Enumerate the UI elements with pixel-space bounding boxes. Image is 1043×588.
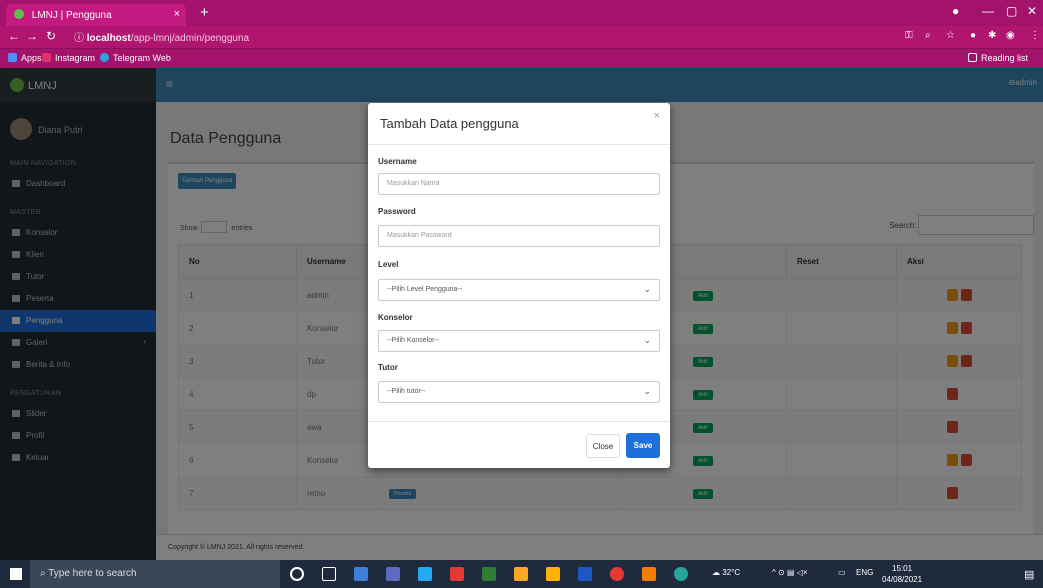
app-icon[interactable]: [546, 567, 560, 581]
cortana-icon[interactable]: [290, 567, 304, 581]
browser-tab[interactable]: LMNJ | Pengguna ×: [6, 4, 186, 26]
url-path: /app-lmnj/admin/pengguna: [130, 33, 250, 44]
window-close-icon[interactable]: ✕: [1027, 4, 1037, 18]
bookmark-telegram[interactable]: Telegram Web: [100, 53, 171, 63]
notifications-icon[interactable]: ▤: [1024, 568, 1034, 581]
chrome-icon[interactable]: [610, 567, 624, 581]
address-bar[interactable]: ⓘ localhost/app-lmnj/admin/pengguna: [74, 29, 249, 44]
site-favicon-icon: [14, 9, 24, 19]
url-host: localhost: [86, 33, 131, 44]
konselor-select[interactable]: --Pilih Konselor-- ⌄: [378, 330, 660, 352]
chevron-down-icon: ⌄: [643, 335, 651, 345]
close-button[interactable]: Close: [586, 434, 620, 458]
username-field[interactable]: Masukkan Nama: [378, 173, 660, 195]
modal-footer-divider: [368, 421, 670, 422]
tab-title: LMNJ | Pengguna: [31, 10, 112, 21]
modal-title: Tambah Data pengguna: [380, 116, 519, 131]
file-explorer-icon[interactable]: [514, 567, 528, 581]
minimize-icon[interactable]: —: [982, 4, 994, 18]
chevron-down-icon: ⌄: [643, 386, 651, 396]
level-label: Level: [378, 260, 399, 269]
extension-icon[interactable]: ●: [970, 30, 976, 41]
password-field[interactable]: Masukkan Password: [378, 225, 660, 247]
chevron-down-icon: ⌄: [643, 284, 651, 294]
zoom-icon[interactable]: ⌕: [925, 30, 931, 41]
forward-icon[interactable]: →: [26, 29, 38, 43]
system-tray-icons[interactable]: ^ ⊙ ▤ ◁×: [772, 568, 808, 577]
bookmark-instagram[interactable]: Instagram: [42, 53, 95, 63]
new-tab-button[interactable]: +: [200, 4, 209, 21]
weather-widget[interactable]: ☁ 32°C: [712, 568, 740, 577]
clock[interactable]: 15:01 04/08/2021: [882, 563, 922, 585]
word-icon[interactable]: [578, 567, 592, 581]
avatar-icon[interactable]: ◉: [1006, 30, 1015, 41]
browser-tab-strip: LMNJ | Pengguna × + ● — ▢ ✕: [0, 0, 1043, 26]
level-select[interactable]: --Pilih Level Pengguna-- ⌄: [378, 279, 660, 301]
app-icon[interactable]: [482, 567, 496, 581]
address-bar-row: ← → ↻ ⓘ localhost/app-lmnj/admin/penggun…: [0, 26, 1043, 48]
puzzle-icon[interactable]: ✱: [988, 30, 996, 41]
konselor-label: Konselor: [378, 313, 413, 322]
task-view-icon[interactable]: [322, 567, 336, 581]
tab-close-icon[interactable]: ×: [174, 8, 180, 20]
maximize-icon[interactable]: ▢: [1006, 4, 1017, 18]
camera-icon[interactable]: [386, 567, 400, 581]
menu-icon[interactable]: ⋮: [1030, 30, 1040, 41]
modal-close-icon[interactable]: ×: [654, 110, 660, 122]
bookmarks-bar: Apps Instagram Telegram Web Reading list: [0, 48, 1043, 68]
save-button[interactable]: Save: [626, 433, 660, 458]
back-icon[interactable]: ←: [8, 29, 20, 43]
windows-start-icon[interactable]: [10, 568, 22, 580]
key-icon[interactable]: ⚿: [905, 30, 913, 41]
telegram-icon: [100, 53, 109, 62]
instagram-icon: [42, 53, 51, 62]
app-icon[interactable]: [450, 567, 464, 581]
windows-taskbar: ⌕ Type here to search ☁ 32°C ^ ⊙ ▤ ◁× ▭ …: [0, 560, 1043, 588]
username-label: Username: [378, 157, 417, 166]
add-user-modal: Tambah Data pengguna × Username Masukkan…: [368, 103, 670, 468]
apps-grid-icon: [8, 53, 17, 62]
star-icon[interactable]: ☆: [946, 30, 955, 41]
password-label: Password: [378, 207, 416, 216]
app-icon[interactable]: [674, 567, 688, 581]
modal-header-divider: [368, 144, 670, 145]
app-icon[interactable]: [354, 567, 368, 581]
taskbar-search-input[interactable]: ⌕ Type here to search: [30, 560, 280, 588]
tutor-select[interactable]: --Pilih tutor-- ⌄: [378, 381, 660, 403]
app-icon[interactable]: [642, 567, 656, 581]
network-icon[interactable]: ▭: [838, 568, 846, 577]
bookmark-apps[interactable]: Apps: [8, 53, 42, 63]
language-indicator[interactable]: ENG: [856, 568, 873, 577]
tutor-label: Tutor: [378, 363, 398, 372]
reading-list-button[interactable]: Reading list: [968, 53, 1028, 63]
vscode-icon[interactable]: [418, 567, 432, 581]
profile-dot-icon[interactable]: ●: [952, 4, 959, 18]
reading-list-icon: [968, 53, 977, 62]
reload-icon[interactable]: ↻: [46, 29, 56, 43]
